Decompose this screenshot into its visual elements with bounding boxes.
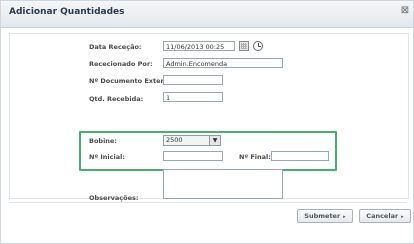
documento-externo-field[interactable]	[163, 75, 223, 85]
cancel-button-label: Cancelar	[366, 212, 399, 220]
submit-button-label: Submeter	[304, 212, 341, 220]
observacoes-label: Observações:	[89, 194, 139, 202]
bobine-label: Bobine:	[89, 137, 117, 145]
cancel-button[interactable]: Cancelar ▸	[359, 209, 411, 223]
qtd-recebida-field[interactable]: 1	[163, 92, 223, 102]
dialog-title: Adicionar Quantidades	[9, 7, 125, 17]
n-final-field[interactable]	[271, 151, 329, 161]
chevron-down-icon[interactable]: ▼	[209, 136, 220, 145]
bobine-selected-value: 2500	[166, 136, 183, 144]
submit-caret-icon: ▸	[343, 214, 346, 220]
add-quantities-dialog: Adicionar Quantidades ⊠ Data Receção: 11…	[0, 0, 414, 244]
calendar-icon[interactable]	[239, 41, 249, 51]
clock-icon[interactable]	[253, 41, 263, 51]
dialog-titlebar: Adicionar Quantidades ⊠	[1, 1, 413, 28]
close-icon[interactable]: ⊠	[399, 5, 411, 17]
submit-button[interactable]: Submeter ▸	[297, 209, 353, 223]
observacoes-textarea[interactable]	[163, 169, 283, 199]
footer-divider	[9, 202, 407, 203]
bobine-select[interactable]: 2500 ▼	[163, 135, 221, 146]
qtd-recebida-label: Qtd. Recebida:	[89, 95, 144, 103]
cancel-caret-icon: ▸	[401, 214, 404, 220]
n-inicial-label: Nº Inicial:	[89, 153, 125, 161]
n-final-label: Nº Final:	[239, 153, 271, 161]
rececionado-por-field[interactable]: Admin.Encomenda	[163, 58, 283, 68]
data-rececao-label: Data Receção:	[89, 43, 142, 51]
data-rececao-field[interactable]: 11/06/2013 00:25	[163, 41, 235, 51]
n-inicial-field[interactable]	[163, 151, 223, 161]
rececionado-por-label: Rececionado Por:	[89, 60, 153, 68]
